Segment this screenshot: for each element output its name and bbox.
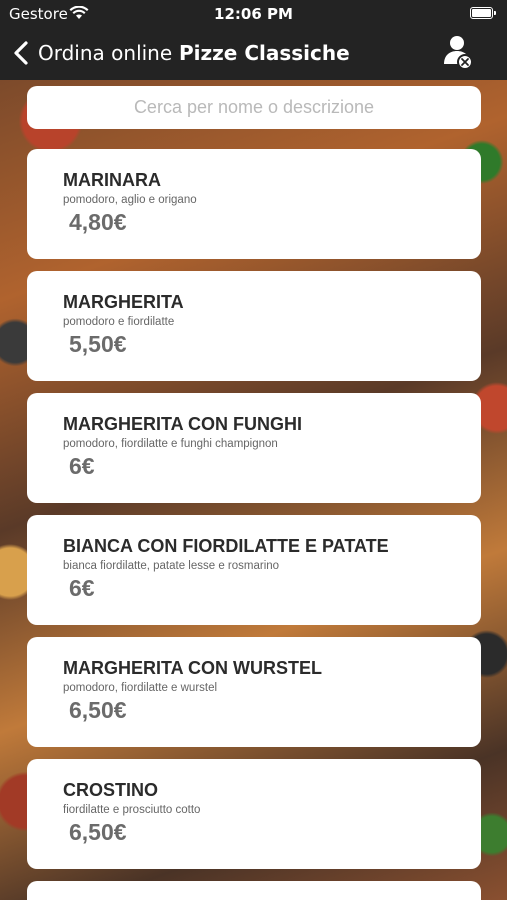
menu-item-marinara[interactable]: MARINARA pomodoro, aglio e origano 4,80€ [27,149,481,259]
menu-item-bianca-patate[interactable]: BIANCA CON FIORDILATTE E PATATE bianca f… [27,515,481,625]
item-description: fiordilatte e prosciutto cotto [63,804,201,816]
item-price: 5,50€ [69,331,127,357]
item-description: pomodoro e fiordilatte [63,316,175,328]
item-description: pomodoro, fiordilatte e wurstel [63,682,218,694]
battery-icon [470,7,496,19]
item-name: MARINARA [63,170,161,190]
status-bar: Gestore 12:06 PM [0,0,507,28]
item-price: 6€ [69,575,95,601]
navigation-bar: Ordina online Pizze Classiche [0,28,507,80]
chevron-left-icon [14,41,28,65]
menu-item-margherita-wurstel[interactable]: MARGHERITA CON WURSTEL pomodoro, fiordil… [27,637,481,747]
menu-item-margherita-funghi[interactable]: MARGHERITA CON FUNGHI pomodoro, fiordila… [27,393,481,503]
search-bar[interactable] [27,86,481,129]
item-name: MARGHERITA [63,292,184,312]
item-price: 6,50€ [69,697,127,723]
back-label: Ordina online [38,41,173,65]
menu-item-crostino[interactable]: CROSTINO fiordilatte e prosciutto cotto … [27,759,481,869]
item-name: MARGHERITA CON WURSTEL [63,658,322,678]
item-price: 6,50€ [69,819,127,845]
item-name: CROSTINO [63,780,159,800]
profile-button[interactable] [443,34,475,72]
menu-item-margherita[interactable]: MARGHERITA pomodoro e fiordilatte 5,50€ [27,271,481,381]
item-price: 4,80€ [69,209,127,235]
item-name: BIANCA CON FIORDILATTE E PATATE [63,536,389,556]
item-description: pomodoro, fiordilatte e funghi champigno… [63,438,278,450]
item-description: pomodoro, aglio e origano [63,194,197,206]
item-description: bianca fiordilatte, patate lesse e rosma… [63,560,280,572]
item-price: 6€ [69,453,95,479]
item-name: MARGHERITA CON FUNGHI [63,414,302,434]
menu-item-next[interactable] [27,881,481,900]
page-title: Pizze Classiche [179,41,350,65]
status-time: 12:06 PM [214,5,293,23]
back-button[interactable]: Ordina online [12,38,172,68]
search-input[interactable] [27,96,481,119]
user-remove-icon [444,36,473,70]
